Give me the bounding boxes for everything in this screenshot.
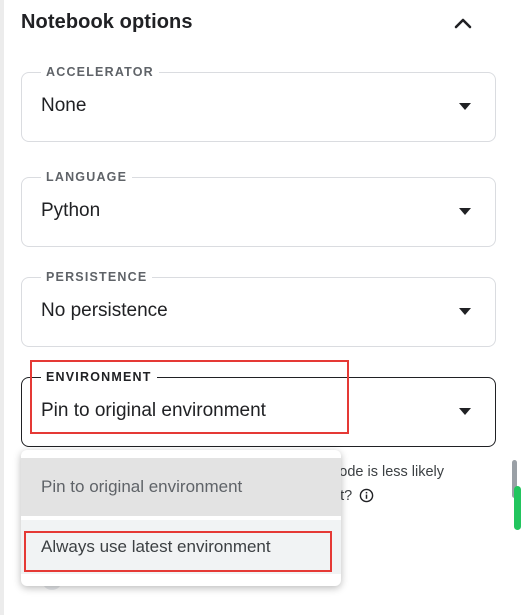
chevron-up-icon[interactable] (451, 12, 475, 36)
language-value: Python (41, 200, 101, 221)
info-icon[interactable] (359, 487, 374, 511)
accelerator-value: None (41, 95, 87, 116)
environment-select[interactable]: ENVIRONMENT Pin to original environment (21, 370, 496, 447)
language-select[interactable]: LANGUAGE Python (21, 170, 496, 247)
menu-item-always-latest[interactable]: Always use latest environment (21, 520, 341, 574)
helper-line-1: code is less likely (332, 464, 445, 480)
persistence-value: No persistence (41, 300, 168, 321)
accelerator-select[interactable]: ACCELERATOR None (21, 65, 496, 142)
caret-down-icon[interactable] (459, 103, 471, 110)
caret-down-icon[interactable] (459, 208, 471, 215)
menu-item-pin-original[interactable]: Pin to original environment (21, 458, 341, 516)
environment-label: ENVIRONMENT (41, 370, 157, 385)
helper-line-2: nt? (332, 484, 482, 511)
panel-left-edge (0, 0, 4, 615)
caret-down-icon[interactable] (459, 308, 471, 315)
environment-value: Pin to original environment (41, 400, 266, 421)
environment-dropdown-menu: Pin to original environment Always use l… (21, 450, 341, 586)
persistence-label: PERSISTENCE (41, 270, 153, 285)
accelerator-label: ACCELERATOR (41, 65, 159, 80)
persistence-select[interactable]: PERSISTENCE No persistence (21, 270, 496, 347)
section-title: Notebook options (21, 11, 193, 33)
notebook-options-header: Notebook options (21, 10, 491, 38)
caret-down-icon[interactable] (459, 408, 471, 415)
language-label: LANGUAGE (41, 170, 133, 185)
environment-helper-text: code is less likely nt? (332, 460, 482, 511)
scroll-accent-bar (514, 486, 521, 530)
